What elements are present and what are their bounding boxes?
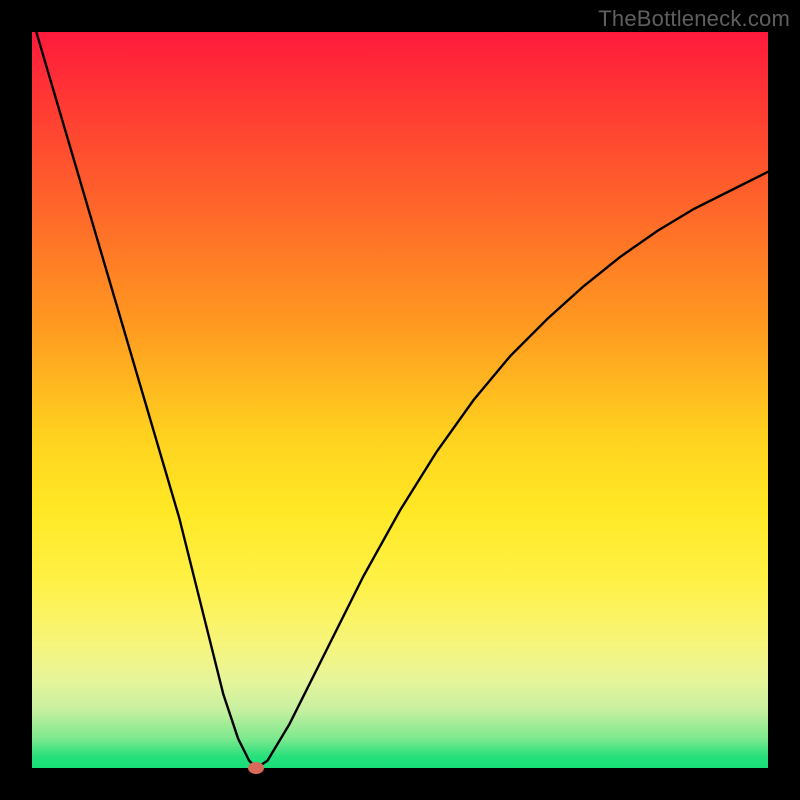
chart-frame: TheBottleneck.com (0, 0, 800, 800)
bottleneck-curve (32, 32, 768, 768)
plot-area (32, 32, 768, 768)
optimal-point-marker (248, 762, 264, 774)
attribution-label: TheBottleneck.com (598, 6, 790, 32)
